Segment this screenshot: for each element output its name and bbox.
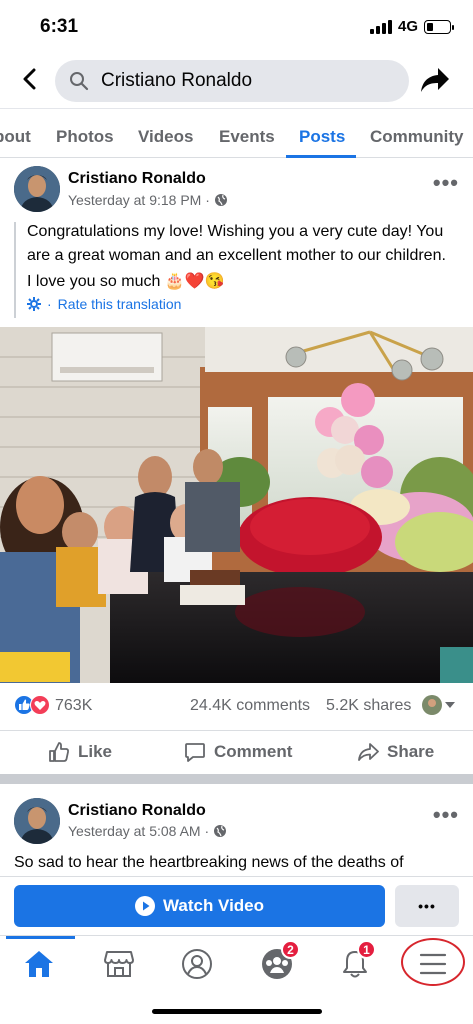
- search-icon: [70, 72, 89, 91]
- comment-label: Comment: [214, 742, 293, 761]
- post-author[interactable]: Cristiano Ronaldo: [68, 170, 206, 188]
- post-meta: Yesterday at 5:08 AM ·: [68, 823, 227, 839]
- nav-profile[interactable]: [172, 944, 222, 984]
- tab-events[interactable]: Events: [219, 127, 275, 147]
- tab-photos[interactable]: Photos: [56, 127, 114, 147]
- post-options-button[interactable]: •••: [433, 802, 459, 828]
- share-icon: [358, 743, 379, 761]
- play-icon: [134, 896, 155, 916]
- audience-selector[interactable]: [422, 695, 455, 715]
- post-timestamp[interactable]: Yesterday at 9:18 PM ·: [68, 192, 210, 208]
- post-text-line: are a great woman and an excellent mothe…: [27, 247, 446, 264]
- comment-icon: [185, 743, 205, 762]
- post-text: Congratulations my love! Wishing you a v…: [27, 220, 463, 294]
- search-input[interactable]: Cristiano Ronaldo: [55, 60, 409, 102]
- thumbs-up-icon: [49, 742, 69, 762]
- reaction-count[interactable]: 763K: [55, 697, 92, 715]
- page-tabs: bout Photos Videos Events Posts Communit…: [0, 108, 473, 158]
- bottom-navigation: 2 1: [0, 935, 473, 1024]
- tab-community[interactable]: Community: [370, 127, 464, 147]
- family-photo-image: [0, 327, 473, 683]
- globe-icon: [214, 194, 227, 206]
- translation-row: · Rate this translation: [27, 296, 181, 312]
- avatar-image: [14, 166, 60, 212]
- globe-icon: [214, 825, 227, 837]
- watch-video-bar: Watch Video •••: [0, 876, 473, 934]
- comment-count[interactable]: 24.4K comments: [190, 697, 310, 715]
- share-label: Share: [387, 742, 435, 761]
- menu-highlight-circle: [401, 938, 465, 986]
- chevron-left-icon: [23, 68, 36, 90]
- groups-badge: 2: [281, 940, 300, 959]
- search-query: Cristiano Ronaldo: [101, 70, 253, 91]
- battery-icon: [424, 19, 454, 34]
- active-nav-indicator: [6, 936, 75, 939]
- home-indicator: [152, 1009, 322, 1014]
- home-icon: [25, 951, 53, 977]
- avatar[interactable]: [14, 798, 60, 844]
- search-header: Cristiano Ronaldo: [0, 56, 473, 104]
- like-button[interactable]: Like: [48, 741, 112, 763]
- translation-quote-bar: [14, 222, 16, 318]
- active-tab-indicator: [286, 155, 356, 158]
- comment-button[interactable]: Comment: [184, 741, 292, 763]
- nav-marketplace[interactable]: [94, 944, 144, 984]
- post-photo[interactable]: [0, 327, 473, 683]
- post-options-button[interactable]: •••: [433, 170, 459, 196]
- status-indicators: 4G: [369, 18, 454, 35]
- like-label: Like: [78, 742, 113, 761]
- tab-videos[interactable]: Videos: [138, 127, 193, 147]
- tab-about[interactable]: bout: [0, 127, 31, 147]
- back-button[interactable]: [14, 62, 44, 96]
- watch-more-button[interactable]: •••: [395, 885, 459, 927]
- translation-separator: ·: [47, 296, 52, 312]
- notifications-badge: 1: [357, 940, 376, 959]
- avatar[interactable]: [14, 166, 60, 212]
- signal-icon: [369, 19, 392, 34]
- network-type: 4G: [397, 18, 418, 35]
- share-arrow-icon: [421, 68, 449, 92]
- nav-notifications[interactable]: 1: [330, 940, 380, 984]
- share-page-button[interactable]: [419, 64, 451, 96]
- post-actions: Like Comment Share: [0, 730, 473, 774]
- post-text-line: Congratulations my love! Wishing you a v…: [27, 223, 444, 240]
- reactions-summary: 763K 24.4K comments 5.2K shares: [0, 692, 473, 720]
- avatar-image: [14, 798, 60, 844]
- watch-video-button[interactable]: Watch Video: [14, 885, 385, 927]
- share-button[interactable]: Share: [357, 741, 434, 763]
- share-count[interactable]: 5.2K shares: [326, 697, 411, 715]
- profile-thumbnail-icon: [422, 695, 442, 715]
- post-meta: Yesterday at 9:18 PM ·: [68, 192, 228, 208]
- post-divider: [0, 774, 473, 784]
- tab-posts[interactable]: Posts: [299, 127, 345, 147]
- nav-home[interactable]: [14, 944, 64, 984]
- post-text: So sad to hear the heartbreaking news of…: [14, 854, 404, 871]
- status-bar: 6:31 4G: [0, 0, 473, 50]
- nav-groups[interactable]: 2: [252, 940, 302, 984]
- reaction-icons[interactable]: [14, 695, 50, 715]
- status-time: 6:31: [40, 16, 79, 37]
- rate-translation-link[interactable]: Rate this translation: [58, 296, 182, 312]
- post-text-line: I love you so much 🎂❤️😘: [27, 273, 225, 290]
- profile-icon: [182, 949, 212, 979]
- post-timestamp[interactable]: Yesterday at 5:08 AM ·: [68, 823, 209, 839]
- post-author[interactable]: Cristiano Ronaldo: [68, 802, 206, 820]
- watch-video-label: Watch Video: [162, 896, 265, 915]
- gear-icon: [27, 297, 41, 311]
- marketplace-icon: [104, 951, 134, 977]
- caret-down-icon: [445, 702, 455, 708]
- love-reaction-icon: [30, 695, 50, 715]
